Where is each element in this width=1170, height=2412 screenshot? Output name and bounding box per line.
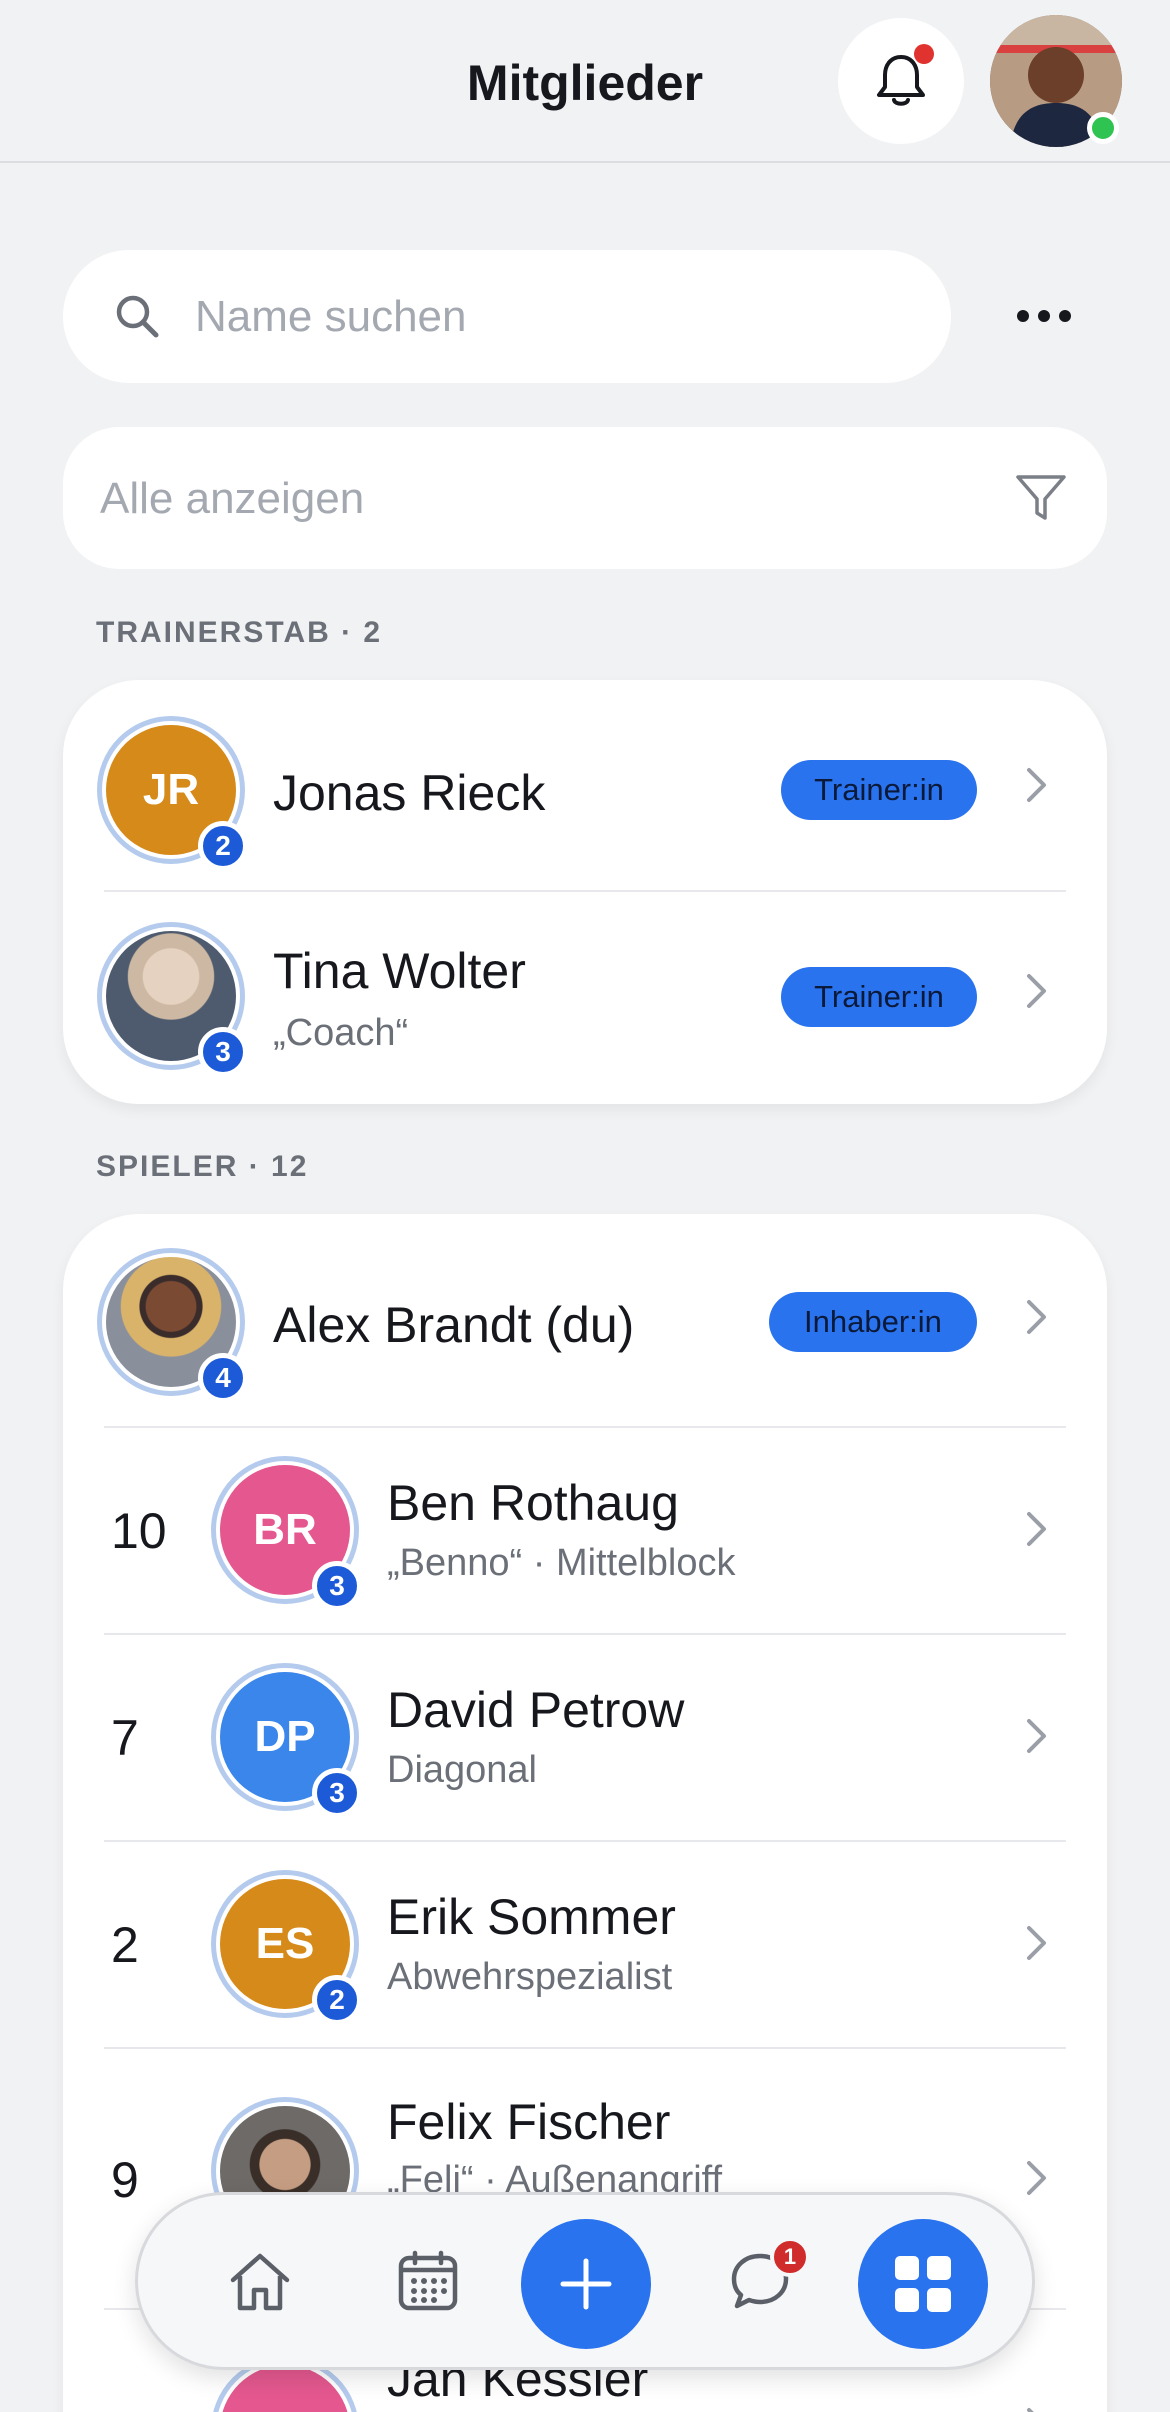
bottom-navigation: 1 — [135, 2192, 1035, 2370]
nav-home[interactable] — [212, 2195, 308, 2367]
more-options-button[interactable] — [998, 280, 1090, 352]
member-name: Felix Fischer — [387, 2094, 671, 2150]
more-dot-icon — [1038, 310, 1050, 322]
count-badge: 3 — [198, 1027, 248, 1077]
role-badge: Inhaber:in — [769, 1292, 977, 1352]
count-badge: 3 — [312, 1561, 362, 1611]
section-label-players: SPIELER · 12 — [96, 1150, 309, 1183]
filter-icon — [1016, 475, 1066, 520]
filter-label: Alle anzeigen — [100, 474, 365, 523]
role-badge: Trainer:in — [781, 760, 977, 820]
avatar: ES 2 — [211, 1870, 362, 2025]
member-row-david-petrow[interactable]: 7 DP 3 David Petrow Diagonal — [63, 1635, 1107, 1840]
member-subtitle: Abwehrspezialist — [387, 1956, 673, 1998]
member-name: Jonas Rieck — [273, 765, 546, 821]
member-name: Ben Rothaug — [387, 1475, 679, 1531]
member-name: Alex Brandt (du) — [273, 1297, 635, 1353]
chevron-right-icon — [1027, 1512, 1046, 1546]
notification-dot — [914, 44, 934, 64]
chat-unread-badge: 1 — [770, 2237, 810, 2277]
count-badge: 4 — [198, 1353, 248, 1403]
jersey-number: 2 — [111, 1917, 139, 1973]
avatar: JR 2 — [97, 716, 248, 871]
avatar: DP 3 — [211, 1663, 362, 1818]
member-nickname: „Coach“ — [273, 1012, 409, 1054]
member-row-erik-sommer[interactable]: 2 ES 2 Erik Sommer Abwehrspezialist — [63, 1842, 1107, 2047]
add-button[interactable] — [521, 2219, 651, 2349]
role-badge: Trainer:in — [781, 967, 977, 1027]
more-dot-icon — [1017, 310, 1029, 322]
notifications-button[interactable] — [838, 18, 964, 144]
jersey-number: 8 — [111, 2406, 211, 2412]
jersey-number: 10 — [111, 1503, 167, 1559]
avatar: 3 — [97, 922, 248, 1077]
section-label-staff: TRAINERSTAB · 2 — [96, 616, 383, 649]
member-subtitle: Diagonal — [387, 1749, 537, 1791]
member-name: Erik Sommer — [387, 1889, 676, 1945]
plus-icon — [560, 2258, 612, 2310]
chevron-right-icon — [1027, 1719, 1046, 1753]
search-bar[interactable] — [63, 250, 951, 383]
chevron-right-icon — [1027, 1926, 1046, 1960]
count-badge: 3 — [312, 1768, 362, 1818]
online-status-dot — [1087, 112, 1119, 144]
top-bar: Mitglieder — [0, 0, 1170, 163]
count-badge: 2 — [198, 821, 248, 871]
jersey-number: 7 — [111, 1710, 139, 1766]
member-subtitle: „Benno“ · Mittelblock — [387, 1542, 736, 1584]
avatar: BR 3 — [211, 1456, 362, 1611]
chevron-right-icon — [1027, 2408, 1034, 2412]
count-badge: 2 — [312, 1975, 362, 2025]
member-name: David Petrow — [387, 1682, 685, 1738]
calendar-icon — [398, 2250, 458, 2311]
nav-calendar[interactable] — [380, 2195, 476, 2367]
search-icon — [116, 295, 159, 338]
nav-more[interactable] — [858, 2219, 988, 2349]
member-name: Tina Wolter — [273, 943, 526, 999]
chevron-right-icon — [1027, 1300, 1046, 1334]
member-row-ben-rothaug[interactable]: 10 BR 3 Ben Rothaug „Benno“ · Mittelbloc… — [63, 1428, 1107, 1633]
avatar-initials: JK — [220, 2365, 350, 2412]
member-row-tina-wolter[interactable]: 3 Tina Wolter „Coach“ Trainer:in — [63, 892, 1107, 1104]
chevron-right-icon — [1027, 2161, 1046, 2195]
staff-card: JR 2 Jonas Rieck Trainer:in 3 Tina Wolte… — [63, 680, 1107, 1104]
more-dot-icon — [1059, 310, 1071, 322]
nav-chat[interactable] — [712, 2195, 808, 2367]
search-input[interactable] — [195, 282, 895, 352]
grid-icon — [895, 2256, 951, 2312]
member-row-alex-brandt[interactable]: 4 Alex Brandt (du) Inhaber:in — [63, 1214, 1107, 1426]
chevron-right-icon — [1027, 974, 1046, 1008]
chevron-right-icon — [1027, 768, 1046, 802]
home-icon — [230, 2253, 290, 2311]
member-row-jonas-rieck[interactable]: JR 2 Jonas Rieck Trainer:in — [63, 680, 1107, 891]
avatar: 4 — [97, 1248, 248, 1403]
role-filter[interactable]: Alle anzeigen — [63, 427, 1107, 569]
